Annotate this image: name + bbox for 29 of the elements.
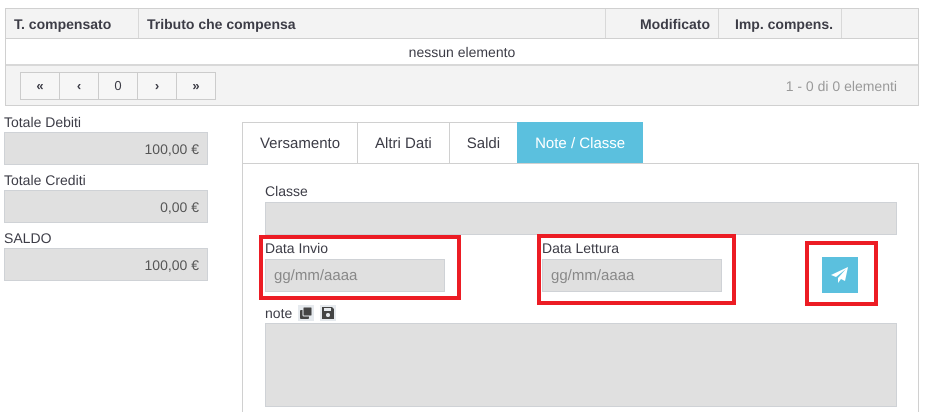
copy-icon[interactable] [298,305,314,321]
total-label: SALDO [4,229,52,248]
total-label: Totale Debiti [4,113,82,132]
save-icon[interactable] [320,305,336,321]
field-label: Classe [265,182,309,199]
next-page-button[interactable]: › [137,72,177,100]
note-field[interactable] [265,323,897,407]
previous-page-button[interactable]: ‹ [59,72,99,100]
total-field: 100,00 € [4,132,208,165]
total-field: 0,00 € [4,190,208,223]
send-button[interactable] [822,257,858,293]
first-page-button[interactable]: « [20,72,60,100]
field-label: Data Lettura [542,239,620,256]
column-header[interactable]: Tributo che compensa [139,9,606,38]
field-label: note [265,305,292,321]
column-header[interactable]: Modificato [606,9,719,38]
column-header[interactable]: Imp. compens. [719,9,842,38]
page-summary: 1 - 0 di 0 elementi [786,78,897,94]
date-field[interactable]: gg/mm/aaaa [542,259,722,292]
tab[interactable]: Versamento [242,122,358,163]
last-page-button[interactable]: » [176,72,216,100]
paper-plane-icon [831,267,849,283]
date-field[interactable]: gg/mm/aaaa [265,259,445,292]
field-label: Data Invio [265,239,330,256]
page-number-button[interactable]: 0 [98,72,138,100]
column-header[interactable]: T. compensato [6,9,139,38]
input-field[interactable] [265,202,897,235]
total-field: 100,00 € [4,248,208,281]
total-label: Totale Crediti [4,171,87,190]
